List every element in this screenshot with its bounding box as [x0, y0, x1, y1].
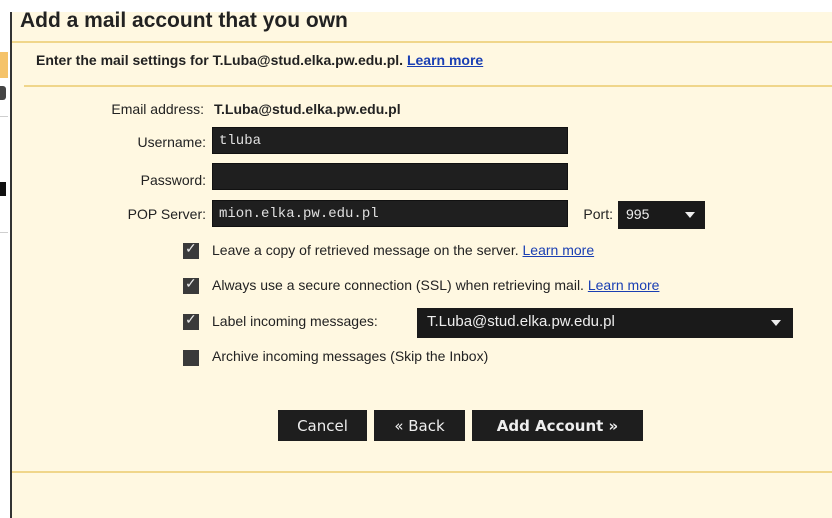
ssl-label: Always use a secure connection (SSL) whe…: [212, 277, 584, 293]
background-partial-icon: [0, 182, 6, 196]
check-icon: ✓: [185, 240, 197, 256]
leave-copy-learn-more-link[interactable]: Learn more: [523, 242, 595, 258]
instructions-text: Enter the mail settings for T.Luba@stud.…: [36, 52, 404, 68]
ssl-learn-more-link[interactable]: Learn more: [588, 277, 660, 293]
pop-server-input[interactable]: [212, 200, 568, 227]
dialog-instructions: Enter the mail settings for T.Luba@stud.…: [36, 52, 483, 68]
email-value: T.Luba@stud.elka.pw.edu.pl: [214, 101, 401, 117]
label-select[interactable]: T.Luba@stud.elka.pw.edu.pl: [417, 308, 793, 338]
ssl-option: Always use a secure connection (SSL) whe…: [212, 277, 659, 293]
learn-more-link[interactable]: Learn more: [407, 52, 483, 68]
check-icon: ✓: [185, 275, 197, 291]
instructions-divider: [24, 85, 832, 87]
label-incoming-label: Label incoming messages:: [212, 313, 378, 329]
label-select-value: T.Luba@stud.elka.pw.edu.pl: [427, 313, 615, 330]
back-button[interactable]: « Back: [374, 410, 465, 441]
pop-server-label: POP Server:: [127, 206, 206, 222]
username-input[interactable]: [212, 127, 568, 154]
leave-copy-option: Leave a copy of retrieved message on the…: [212, 242, 594, 258]
chevron-down-icon: [771, 320, 781, 326]
password-input[interactable]: [212, 163, 568, 190]
archive-checkbox[interactable]: [183, 350, 199, 366]
email-label: Email address:: [111, 101, 204, 117]
check-icon: ✓: [185, 311, 197, 327]
cancel-button[interactable]: Cancel: [278, 410, 367, 441]
background-divider: [0, 232, 8, 233]
add-mail-account-dialog: Add a mail account that you own Enter th…: [10, 9, 832, 518]
chevron-down-icon: [685, 212, 695, 218]
label-incoming-checkbox[interactable]: ✓: [183, 311, 199, 330]
dialog-title: Add a mail account that you own: [20, 9, 348, 32]
port-select[interactable]: 995: [618, 201, 705, 229]
background-divider: [0, 116, 8, 117]
archive-label: Archive incoming messages (Skip the Inbo…: [212, 348, 489, 364]
port-value: 995: [626, 206, 650, 222]
username-label: Username:: [137, 134, 206, 150]
footer-divider: [12, 471, 832, 473]
background-partial-icon: [0, 86, 6, 100]
leave-copy-checkbox[interactable]: ✓: [183, 240, 199, 259]
port-label: Port:: [583, 206, 613, 222]
add-account-button[interactable]: Add Account »: [472, 410, 643, 441]
title-divider: [12, 41, 832, 43]
leave-copy-label: Leave a copy of retrieved message on the…: [212, 242, 519, 258]
ssl-checkbox[interactable]: ✓: [183, 275, 199, 294]
password-label: Password:: [140, 172, 206, 188]
background-nav-highlight: [0, 52, 8, 78]
